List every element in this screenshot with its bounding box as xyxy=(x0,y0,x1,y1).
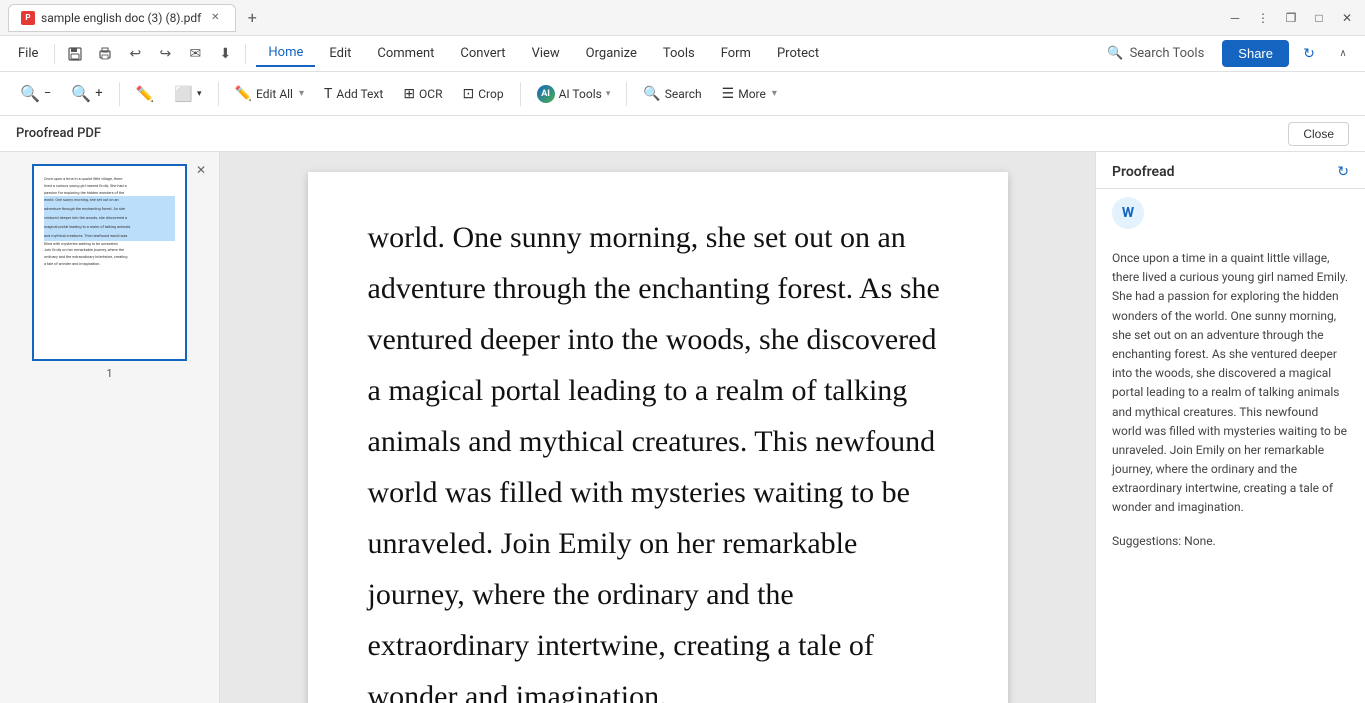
tab-view[interactable]: View xyxy=(520,41,572,66)
zoom-in-button[interactable]: 🔍 + xyxy=(63,79,110,108)
maximize-button[interactable]: □ xyxy=(1309,8,1329,28)
tab-list: P sample english doc (3) (8).pdf ✕ + xyxy=(8,4,264,32)
toolbar-divider-3 xyxy=(520,82,521,106)
ocr-label: OCR xyxy=(419,87,442,101)
tab-protect[interactable]: Protect xyxy=(765,41,831,66)
proofread-panel: Proofread ↻ W Once upon a time in a quai… xyxy=(1095,152,1365,703)
thumbnail-image: Once upon a time in a quaint little vill… xyxy=(38,170,181,355)
proofread-header-bar: Proofread PDF Close xyxy=(0,116,1365,152)
page-thumbnail[interactable]: Once upon a time in a quaint little vill… xyxy=(32,164,187,361)
tab-tools[interactable]: Tools xyxy=(651,41,707,66)
proofread-pdf-title: Proofread PDF xyxy=(16,126,101,141)
share-button[interactable]: Share xyxy=(1222,40,1289,67)
toolbar-divider-2 xyxy=(218,82,219,106)
proofread-suggestions: Suggestions: None. xyxy=(1112,534,1349,548)
crop-button[interactable]: ⊡ Crop xyxy=(455,81,512,107)
more-label: More xyxy=(738,87,766,101)
restore-button[interactable]: ❐ xyxy=(1281,8,1301,28)
email-button[interactable]: ✉ xyxy=(181,40,209,68)
panel-refresh-button[interactable]: ↻ xyxy=(1337,164,1349,180)
pdf-viewer[interactable]: world. One sunny morning, she set out on… xyxy=(220,152,1095,703)
redo-button[interactable]: ↪ xyxy=(151,40,179,68)
select-arrow: ▾ xyxy=(197,89,202,99)
sidebar-close-button[interactable]: ✕ xyxy=(191,160,211,180)
print-button[interactable] xyxy=(91,40,119,68)
tab-organize[interactable]: Organize xyxy=(574,41,649,66)
ai-tools-button[interactable]: AI AI Tools ▾ xyxy=(529,80,619,108)
toolbar-divider-1 xyxy=(119,82,120,106)
ai-icon: AI xyxy=(537,85,555,103)
panel-body: Once upon a time in a quaint little vill… xyxy=(1096,237,1365,703)
add-text-button[interactable]: T Add Text xyxy=(316,81,391,107)
panel-title: Proofread xyxy=(1112,164,1175,180)
download-button[interactable]: ⬇ xyxy=(211,40,239,68)
add-text-label: Add Text xyxy=(336,87,383,101)
highlight-icon: ✏️ xyxy=(136,85,155,103)
new-tab-button[interactable]: + xyxy=(240,6,264,30)
active-tab[interactable]: P sample english doc (3) (8).pdf ✕ xyxy=(8,4,236,32)
save-button[interactable] xyxy=(61,40,89,68)
search-label: Search xyxy=(665,87,702,101)
file-menu[interactable]: File xyxy=(8,42,48,65)
panel-icon-row: W xyxy=(1096,189,1365,237)
highlight-button[interactable]: ✏️ xyxy=(128,80,163,108)
tab-comment[interactable]: Comment xyxy=(365,41,446,66)
close-window-button[interactable]: ✕ xyxy=(1337,8,1357,28)
tab-close-button[interactable]: ✕ xyxy=(207,10,223,26)
thumbnail-sidebar: ✕ Once upon a time in a quaint little vi… xyxy=(0,152,220,703)
main-area: ✕ Once upon a time in a quaint little vi… xyxy=(0,152,1365,703)
proofread-body-text: Once upon a time in a quaint little vill… xyxy=(1112,249,1349,518)
toolbar-divider-4 xyxy=(626,82,627,106)
search-tools-button[interactable]: 🔍 Search Tools xyxy=(1099,42,1212,65)
ocr-icon: ⊞ xyxy=(403,86,415,102)
more-icon: ☰ xyxy=(722,86,735,102)
word-icon: W xyxy=(1112,197,1144,229)
window-controls: ─ ⋮ ❐ □ ✕ xyxy=(1225,8,1357,28)
proofread-close-button[interactable]: Close xyxy=(1288,122,1349,146)
pdf-text-content: world. One sunny morning, she set out on… xyxy=(368,212,948,703)
add-text-icon: T xyxy=(324,86,332,102)
edit-all-icon: ✏️ xyxy=(235,86,252,102)
undo-button[interactable]: ↩ xyxy=(121,40,149,68)
search-tools-label: Search Tools xyxy=(1130,46,1205,61)
ai-tools-label: AI Tools xyxy=(559,87,602,101)
tab-name: sample english doc (3) (8).pdf xyxy=(41,11,201,25)
crop-icon: ⊡ xyxy=(463,86,475,102)
more-button[interactable]: ☰ More xyxy=(714,81,785,107)
select-button[interactable]: ⬜ ▾ xyxy=(166,80,209,108)
collapse-button[interactable]: ∧ xyxy=(1329,40,1357,68)
select-icon: ⬜ xyxy=(174,85,193,103)
menu-bar: File ↩ ↪ ✉ ⬇ Home Edit Comment Convert V… xyxy=(0,36,1365,72)
tab-form[interactable]: Form xyxy=(709,41,763,66)
ai-tools-arrow: ▾ xyxy=(606,89,611,99)
tab-edit[interactable]: Edit xyxy=(317,41,363,66)
tab-convert[interactable]: Convert xyxy=(448,41,517,66)
edit-all-label: Edit All xyxy=(256,87,293,101)
zoom-in-label: + xyxy=(95,86,102,101)
tab-home[interactable]: Home xyxy=(256,40,315,67)
sync-button[interactable]: ↻ xyxy=(1295,40,1323,68)
zoom-out-button[interactable]: 🔍 − xyxy=(12,79,59,108)
edit-all-button[interactable]: ✏️ Edit All xyxy=(227,81,312,107)
toolbar: 🔍 − 🔍 + ✏️ ⬜ ▾ ✏️ Edit All T Add Text ⊞ … xyxy=(0,72,1365,116)
zoom-in-icon: 🔍 xyxy=(71,84,91,103)
title-bar: P sample english doc (3) (8).pdf ✕ + ─ ⋮… xyxy=(0,0,1365,36)
search-toolbar-icon: 🔍 xyxy=(643,86,660,102)
search-button[interactable]: 🔍 Search xyxy=(635,81,709,107)
menu-divider-2 xyxy=(245,44,246,64)
search-icon: 🔍 xyxy=(1107,46,1123,61)
tab-file-icon: P xyxy=(21,11,35,25)
zoom-out-icon: 🔍 xyxy=(20,84,40,103)
menu-divider xyxy=(54,44,55,64)
zoom-out-label: − xyxy=(44,86,51,101)
ocr-button[interactable]: ⊞ OCR xyxy=(395,81,450,107)
pdf-page: world. One sunny morning, she set out on… xyxy=(308,172,1008,703)
more-button[interactable]: ⋮ xyxy=(1253,8,1273,28)
panel-header: Proofread ↻ xyxy=(1096,152,1365,189)
nav-tabs: Home Edit Comment Convert View Organize … xyxy=(256,40,831,67)
page-number-label: 1 xyxy=(106,367,112,380)
minimize-button[interactable]: ─ xyxy=(1225,8,1245,28)
crop-label: Crop xyxy=(478,87,503,101)
